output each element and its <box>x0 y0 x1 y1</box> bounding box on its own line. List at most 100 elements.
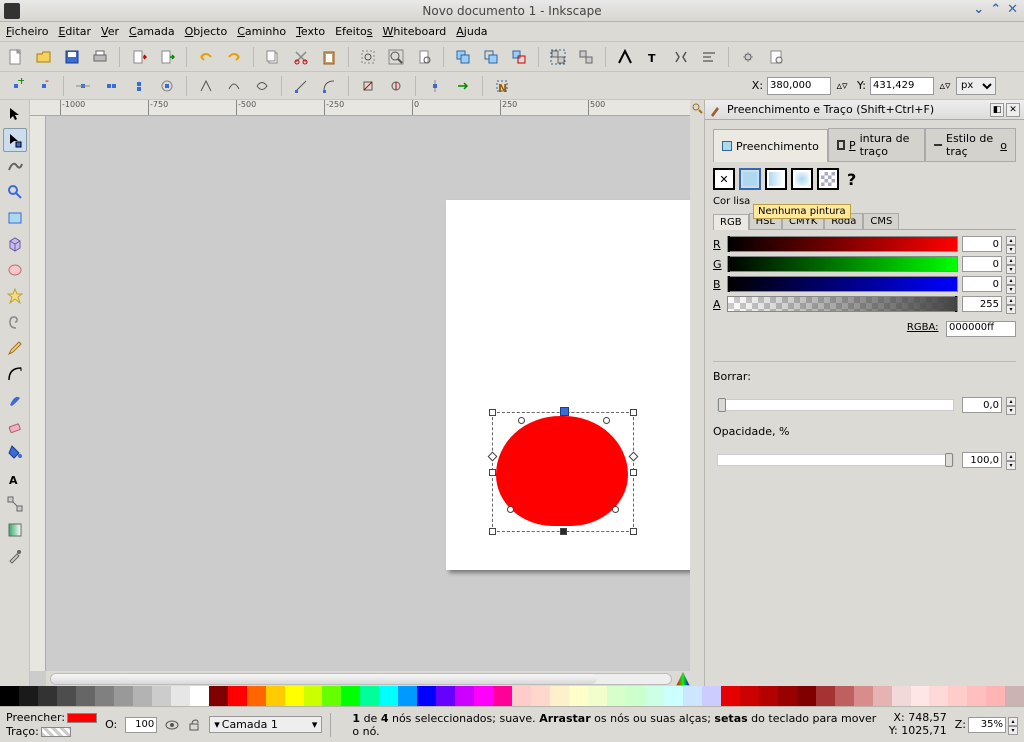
node-handle[interactable] <box>507 506 514 513</box>
dock-iconify-icon[interactable]: ◧ <box>990 103 1004 117</box>
channel-r-slider[interactable] <box>727 236 958 252</box>
ruler-horizontal[interactable]: -1000 -750 -500 -250 0 250 500 <box>30 100 690 116</box>
zoom-input[interactable] <box>968 717 1006 733</box>
palette-swatch[interactable] <box>493 686 512 706</box>
tweak-tool-icon[interactable] <box>3 154 27 178</box>
rgba-value-input[interactable]: 000000ff <box>946 321 1016 337</box>
menu-objecto[interactable]: Objecto <box>185 25 228 38</box>
dock-close-icon[interactable]: ✕ <box>1006 103 1020 117</box>
no-paint-button[interactable]: ✕ <box>713 168 735 190</box>
open-file-icon[interactable] <box>32 45 56 69</box>
text-icon[interactable]: T <box>641 45 665 69</box>
pencil-tool-icon[interactable] <box>3 336 27 360</box>
node-smooth-icon[interactable] <box>222 74 246 98</box>
star-tool-icon[interactable] <box>3 284 27 308</box>
zoom-icon[interactable] <box>691 102 703 114</box>
fill-stroke-icon[interactable] <box>613 45 637 69</box>
channel-r-input[interactable] <box>962 236 1002 252</box>
snap-3-icon[interactable] <box>127 74 151 98</box>
blur-slider[interactable] <box>717 399 954 411</box>
flat-color-button[interactable] <box>739 168 761 190</box>
selection-handle-tr[interactable] <box>630 409 637 416</box>
coord-x-input[interactable] <box>767 77 831 95</box>
blur-spinner[interactable]: ▴▾ <box>1006 397 1016 413</box>
unlink-clone-icon[interactable] <box>507 45 531 69</box>
linear-gradient-button[interactable] <box>765 168 787 190</box>
node-tool-icon[interactable] <box>3 128 27 152</box>
palette-swatch[interactable] <box>152 686 171 706</box>
palette-swatch[interactable] <box>398 686 417 706</box>
layer-selector[interactable]: ▾Camada 1▾ <box>209 716 322 733</box>
palette-swatch[interactable] <box>133 686 152 706</box>
paste-icon[interactable] <box>317 45 341 69</box>
palette-swatch[interactable] <box>607 686 626 706</box>
palette-swatch[interactable] <box>209 686 228 706</box>
palette-swatch[interactable] <box>664 686 683 706</box>
palette-swatch[interactable] <box>512 686 531 706</box>
zoom-fit-selection-icon[interactable] <box>356 45 380 69</box>
ruler-vertical[interactable] <box>30 116 46 671</box>
gradient-tool-icon[interactable] <box>3 518 27 542</box>
palette-swatch[interactable] <box>892 686 911 706</box>
edit-clip-icon[interactable]: N <box>490 74 514 98</box>
palette-swatch[interactable] <box>929 686 948 706</box>
zoom-fit-page-icon[interactable] <box>412 45 436 69</box>
palette-swatch[interactable] <box>854 686 873 706</box>
node-top[interactable] <box>560 407 569 416</box>
dropper-tool-icon[interactable] <box>3 544 27 568</box>
zoom-spinner[interactable]: ▴▾ <box>1008 717 1018 733</box>
visibility-icon[interactable] <box>165 718 179 732</box>
channel-a-slider[interactable] <box>727 296 958 312</box>
channel-r-spinner[interactable]: ▴▾ <box>1006 236 1016 252</box>
menu-texto[interactable]: Texto <box>296 25 325 38</box>
status-stroke-swatch[interactable] <box>41 727 71 737</box>
segment-curve-icon[interactable] <box>317 74 341 98</box>
palette-swatch[interactable] <box>76 686 95 706</box>
channel-a-spinner[interactable]: ▴▾ <box>1006 296 1016 312</box>
show-handles-icon[interactable] <box>423 74 447 98</box>
palette-swatch[interactable] <box>588 686 607 706</box>
undo-icon[interactable] <box>194 45 218 69</box>
bezier-tool-icon[interactable] <box>3 362 27 386</box>
fill-tool-icon[interactable] <box>3 440 27 464</box>
channel-g-input[interactable] <box>962 256 1002 272</box>
eraser-tool-icon[interactable] <box>3 414 27 438</box>
palette-swatch[interactable] <box>835 686 854 706</box>
selection-handle-tl[interactable] <box>489 409 496 416</box>
lock-icon[interactable] <box>187 718 201 732</box>
palette-swatch[interactable] <box>285 686 304 706</box>
palette-swatch[interactable] <box>436 686 455 706</box>
palette-swatch[interactable] <box>228 686 247 706</box>
palette-swatch[interactable] <box>569 686 588 706</box>
preferences-icon[interactable] <box>736 45 760 69</box>
object-to-path-icon[interactable] <box>356 74 380 98</box>
channel-b-input[interactable] <box>962 276 1002 292</box>
menu-whiteboard[interactable]: Whiteboard <box>383 25 447 38</box>
palette-swatch[interactable] <box>360 686 379 706</box>
duplicate-icon[interactable] <box>451 45 475 69</box>
channel-g-slider[interactable] <box>727 256 958 272</box>
align-icon[interactable] <box>697 45 721 69</box>
palette-swatch[interactable] <box>948 686 967 706</box>
palette-swatch[interactable] <box>645 686 664 706</box>
menu-caminho[interactable]: Caminho <box>237 25 286 38</box>
palette-swatch[interactable] <box>873 686 892 706</box>
node-handle[interactable] <box>518 417 525 424</box>
menu-ver[interactable]: Ver <box>101 25 119 38</box>
palette-swatch[interactable] <box>474 686 493 706</box>
palette-swatch[interactable] <box>778 686 797 706</box>
calligraphy-tool-icon[interactable] <box>3 388 27 412</box>
palette-swatch[interactable] <box>341 686 360 706</box>
snap-1-icon[interactable] <box>71 74 95 98</box>
opacity-input[interactable] <box>962 452 1002 468</box>
palette-swatch[interactable] <box>683 686 702 706</box>
node-cusp-icon[interactable] <box>194 74 218 98</box>
connector-tool-icon[interactable] <box>3 492 27 516</box>
palette-swatch[interactable] <box>626 686 645 706</box>
palette-swatch[interactable] <box>1005 686 1024 706</box>
palette-swatch[interactable] <box>816 686 835 706</box>
tab-stroke-style[interactable]: Estilo de traço <box>925 128 1016 161</box>
menu-efeitos[interactable]: Efeitos <box>335 25 372 38</box>
radial-gradient-button[interactable] <box>791 168 813 190</box>
document-properties-icon[interactable] <box>764 45 788 69</box>
